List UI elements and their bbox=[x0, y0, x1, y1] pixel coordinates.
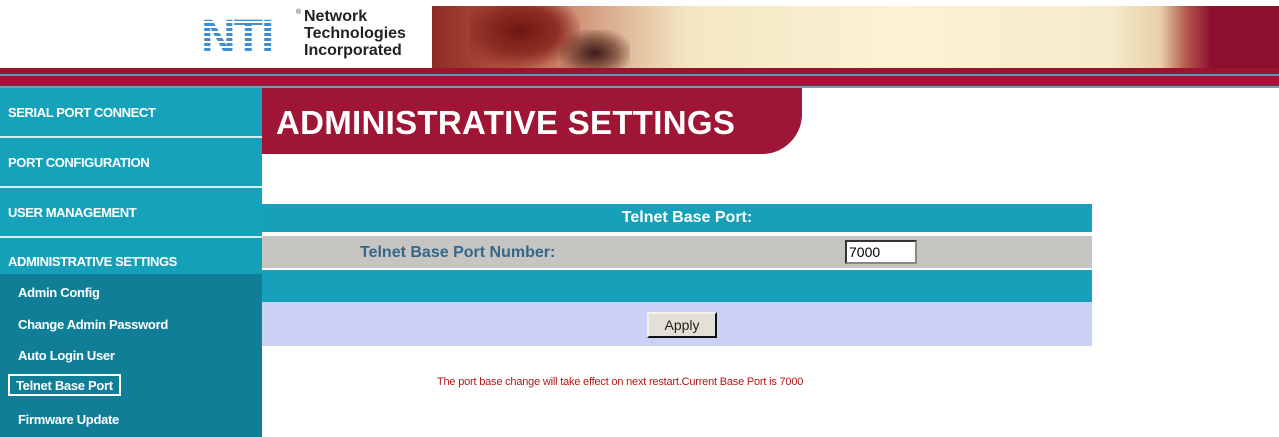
telnet-base-port-input[interactable] bbox=[845, 240, 917, 264]
sidebar-item-user-management[interactable]: USER MANAGEMENT bbox=[0, 188, 262, 238]
restart-notice: The port base change will take effect on… bbox=[437, 376, 804, 388]
telnet-base-port-label: Telnet Base Port Number: bbox=[360, 244, 556, 261]
submenu-item-label: Auto Login User bbox=[18, 347, 115, 363]
submenu-item-auto-login-user[interactable]: Auto Login User bbox=[14, 343, 119, 367]
submenu-item-admin-config[interactable]: Admin Config bbox=[14, 280, 104, 304]
sidebar-item-label: ADMINISTRATIVE SETTINGS bbox=[8, 253, 177, 269]
submenu-item-label: Admin Config bbox=[18, 284, 100, 300]
banner-photo-shade-dark bbox=[560, 30, 630, 68]
submenu-item-telnet-base-port[interactable]: Telnet Base Port bbox=[8, 374, 121, 396]
company-name-line: Network bbox=[304, 8, 368, 25]
sidebar-item-label: PORT CONFIGURATION bbox=[8, 154, 150, 170]
page-title: ADMINISTRATIVE SETTINGS bbox=[276, 104, 736, 141]
company-name: Network Technologies Incorporated bbox=[304, 9, 406, 60]
panel-divider-bar bbox=[262, 270, 1092, 302]
submenu-item-firmware-update[interactable]: Firmware Update bbox=[14, 407, 123, 431]
submenu-item-change-admin-password[interactable]: Change Admin Password bbox=[14, 312, 172, 336]
panel-header-title: Telnet Base Port: bbox=[621, 209, 753, 226]
logo-letters: NTI bbox=[201, 13, 289, 63]
sidebar-item-label: SERIAL PORT CONNECT bbox=[8, 104, 156, 120]
sidebar-item-label: USER MANAGEMENT bbox=[8, 204, 137, 220]
sidebar-submenu: Admin Config Change Admin Password Auto … bbox=[0, 274, 262, 437]
company-name-line: Technologies bbox=[304, 25, 406, 42]
company-name-line: Incorporated bbox=[304, 42, 402, 59]
sidebar-item-serial-port-connect[interactable]: SERIAL PORT CONNECT bbox=[0, 88, 262, 138]
panel-header: Telnet Base Port: bbox=[262, 204, 1092, 232]
header-banner: NTI ® Network Technologies Incorporated bbox=[0, 0, 1279, 88]
submenu-item-label: Change Admin Password bbox=[18, 316, 168, 332]
submenu-item-label: Telnet Base Port bbox=[16, 377, 113, 393]
trademark-symbol: ® bbox=[296, 9, 302, 16]
sidebar-item-port-configuration[interactable]: PORT CONFIGURATION bbox=[0, 138, 262, 188]
header-divider bbox=[0, 76, 1279, 86]
apply-button[interactable]: Apply bbox=[647, 312, 717, 338]
submenu-item-label: Firmware Update bbox=[18, 411, 119, 427]
